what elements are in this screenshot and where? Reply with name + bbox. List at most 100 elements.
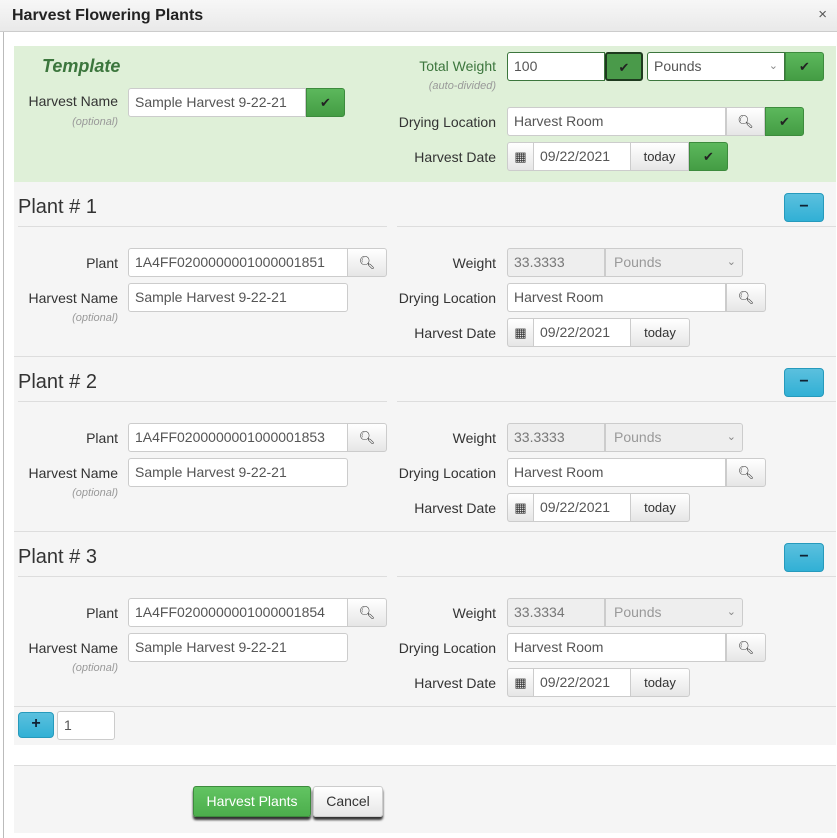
harvest-date-label: Harvest Date — [414, 325, 496, 341]
drying-location-label: Drying Location — [398, 290, 496, 306]
divider — [397, 226, 836, 227]
unit-value: Pounds — [614, 429, 662, 445]
template-heading: Template — [42, 56, 121, 76]
search-icon[interactable]: 🔍︎ — [726, 283, 766, 312]
harvest-name-label: Harvest Name — [28, 290, 118, 306]
template-harvest-name-input[interactable]: Sample Harvest 9-22-21 — [128, 88, 306, 117]
plant-label: Plant — [86, 605, 118, 621]
add-count-input[interactable]: 1 — [57, 711, 115, 740]
search-icon[interactable]: 🔍︎ — [726, 633, 766, 662]
weight-input: 33.3333 — [507, 423, 605, 452]
plant-section: Plant # 1 − Plant 1A4FF02000000010000018… — [14, 182, 836, 357]
harvest-date-label: Harvest Date — [414, 675, 496, 691]
weight-label: Weight — [452, 255, 496, 271]
today-button[interactable]: today — [630, 318, 690, 347]
plant-title: Plant # 2 — [18, 371, 97, 393]
apply-location-check-icon[interactable]: ✔ — [765, 107, 804, 136]
drying-location-label: Drying Location — [398, 640, 496, 656]
unit-value: Pounds — [614, 604, 662, 620]
calendar-icon[interactable]: ▦ — [507, 318, 534, 347]
plant-title: Plant # 3 — [18, 546, 97, 568]
unit-value: Pounds — [614, 254, 662, 270]
divider — [397, 401, 836, 402]
weight-input: 33.3334 — [507, 598, 605, 627]
harvest-name-input[interactable]: Sample Harvest 9-22-21 — [128, 283, 348, 312]
dialog-titlebar: Harvest Flowering Plants × — [0, 0, 837, 32]
auto-divided-hint: (auto-divided) — [428, 80, 496, 92]
plant-section: Plant # 3 − Plant 1A4FF02000000010000018… — [14, 532, 836, 707]
optional-hint: (optional) — [72, 312, 118, 324]
optional-hint: (optional) — [72, 662, 118, 674]
search-icon[interactable]: 🔍︎ — [347, 248, 387, 277]
calendar-icon[interactable]: ▦ — [507, 668, 534, 697]
harvest-date-input[interactable]: 09/22/2021 — [533, 493, 631, 522]
template-section: Template Harvest Name (optional) Sample … — [14, 46, 836, 182]
plant-title: Plant # 1 — [18, 196, 97, 218]
harvest-name-label: Harvest Name — [28, 465, 118, 481]
total-weight-input[interactable]: 100 — [507, 52, 605, 81]
remove-plant-button[interactable]: − — [784, 543, 824, 572]
harvest-name-input[interactable]: Sample Harvest 9-22-21 — [128, 458, 348, 487]
dialog-footer: Harvest Plants Cancel — [14, 765, 836, 833]
search-icon[interactable]: 🔍︎ — [726, 458, 766, 487]
drying-location-label: Drying Location — [398, 114, 496, 130]
today-button[interactable]: today — [630, 668, 690, 697]
remove-plant-button[interactable]: − — [784, 368, 824, 397]
drying-location-input[interactable]: Harvest Room — [507, 633, 726, 662]
today-button[interactable]: today — [630, 142, 689, 171]
chevron-down-icon: ⌄ — [726, 431, 736, 443]
dialog-border — [3, 32, 4, 838]
harvest-name-label: Harvest Name — [28, 93, 118, 109]
weight-label: Weight — [452, 430, 496, 446]
divider — [18, 401, 387, 402]
apply-harvest-name-check-icon[interactable]: ✔ — [306, 88, 345, 117]
search-icon[interactable]: 🔍︎ — [347, 423, 387, 452]
add-plant-row: + 1 — [14, 707, 836, 745]
drying-location-input[interactable]: Harvest Room — [507, 283, 726, 312]
harvest-date-label: Harvest Date — [414, 149, 496, 165]
total-weight-label: Total Weight — [419, 58, 496, 74]
apply-unit-check-icon[interactable]: ✔ — [785, 52, 824, 81]
chevron-down-icon: ⌄ — [726, 256, 736, 268]
plant-label: Plant — [86, 255, 118, 271]
divider — [18, 226, 387, 227]
drying-location-input[interactable]: Harvest Room — [507, 458, 726, 487]
unit-value: Pounds — [654, 58, 702, 74]
close-icon[interactable]: × — [818, 6, 827, 23]
calendar-icon[interactable]: ▦ — [507, 493, 534, 522]
harvest-date-input[interactable]: 09/22/2021 — [533, 318, 631, 347]
cancel-button[interactable]: Cancel — [313, 786, 383, 817]
harvest-plants-button[interactable]: Harvest Plants — [193, 786, 311, 817]
plant-section: Plant # 2 − Plant 1A4FF02000000010000018… — [14, 357, 836, 532]
harvest-date-label: Harvest Date — [414, 500, 496, 516]
plant-id-input[interactable]: 1A4FF0200000001000001853 — [128, 423, 348, 452]
plant-label: Plant — [86, 430, 118, 446]
weight-label: Weight — [452, 605, 496, 621]
unit-select: Pounds ⌄ — [605, 248, 743, 277]
harvest-name-input[interactable]: Sample Harvest 9-22-21 — [128, 633, 348, 662]
template-harvest-date-input[interactable]: 09/22/2021 — [533, 142, 631, 171]
divider — [18, 576, 387, 577]
template-drying-location-input[interactable]: Harvest Room — [507, 107, 726, 136]
add-plant-button[interactable]: + — [18, 712, 54, 738]
harvest-name-label: Harvest Name — [28, 640, 118, 656]
search-icon[interactable]: 🔍︎ — [347, 598, 387, 627]
plant-id-input[interactable]: 1A4FF0200000001000001851 — [128, 248, 348, 277]
apply-weight-check-icon[interactable]: ✔ — [605, 52, 643, 81]
today-button[interactable]: today — [630, 493, 690, 522]
calendar-icon[interactable]: ▦ — [507, 142, 534, 171]
plant-id-input[interactable]: 1A4FF0200000001000001854 — [128, 598, 348, 627]
unit-select[interactable]: Pounds ⌄ — [647, 52, 785, 81]
search-icon[interactable]: 🔍︎ — [726, 107, 765, 136]
dialog-title: Harvest Flowering Plants — [12, 7, 204, 24]
unit-select: Pounds ⌄ — [605, 423, 743, 452]
optional-hint: (optional) — [72, 116, 118, 128]
remove-plant-button[interactable]: − — [784, 193, 824, 222]
apply-date-check-icon[interactable]: ✔ — [689, 142, 728, 171]
chevron-down-icon: ⌄ — [726, 606, 736, 618]
harvest-date-input[interactable]: 09/22/2021 — [533, 668, 631, 697]
weight-input: 33.3333 — [507, 248, 605, 277]
optional-hint: (optional) — [72, 487, 118, 499]
unit-select: Pounds ⌄ — [605, 598, 743, 627]
chevron-down-icon: ⌄ — [768, 60, 778, 72]
